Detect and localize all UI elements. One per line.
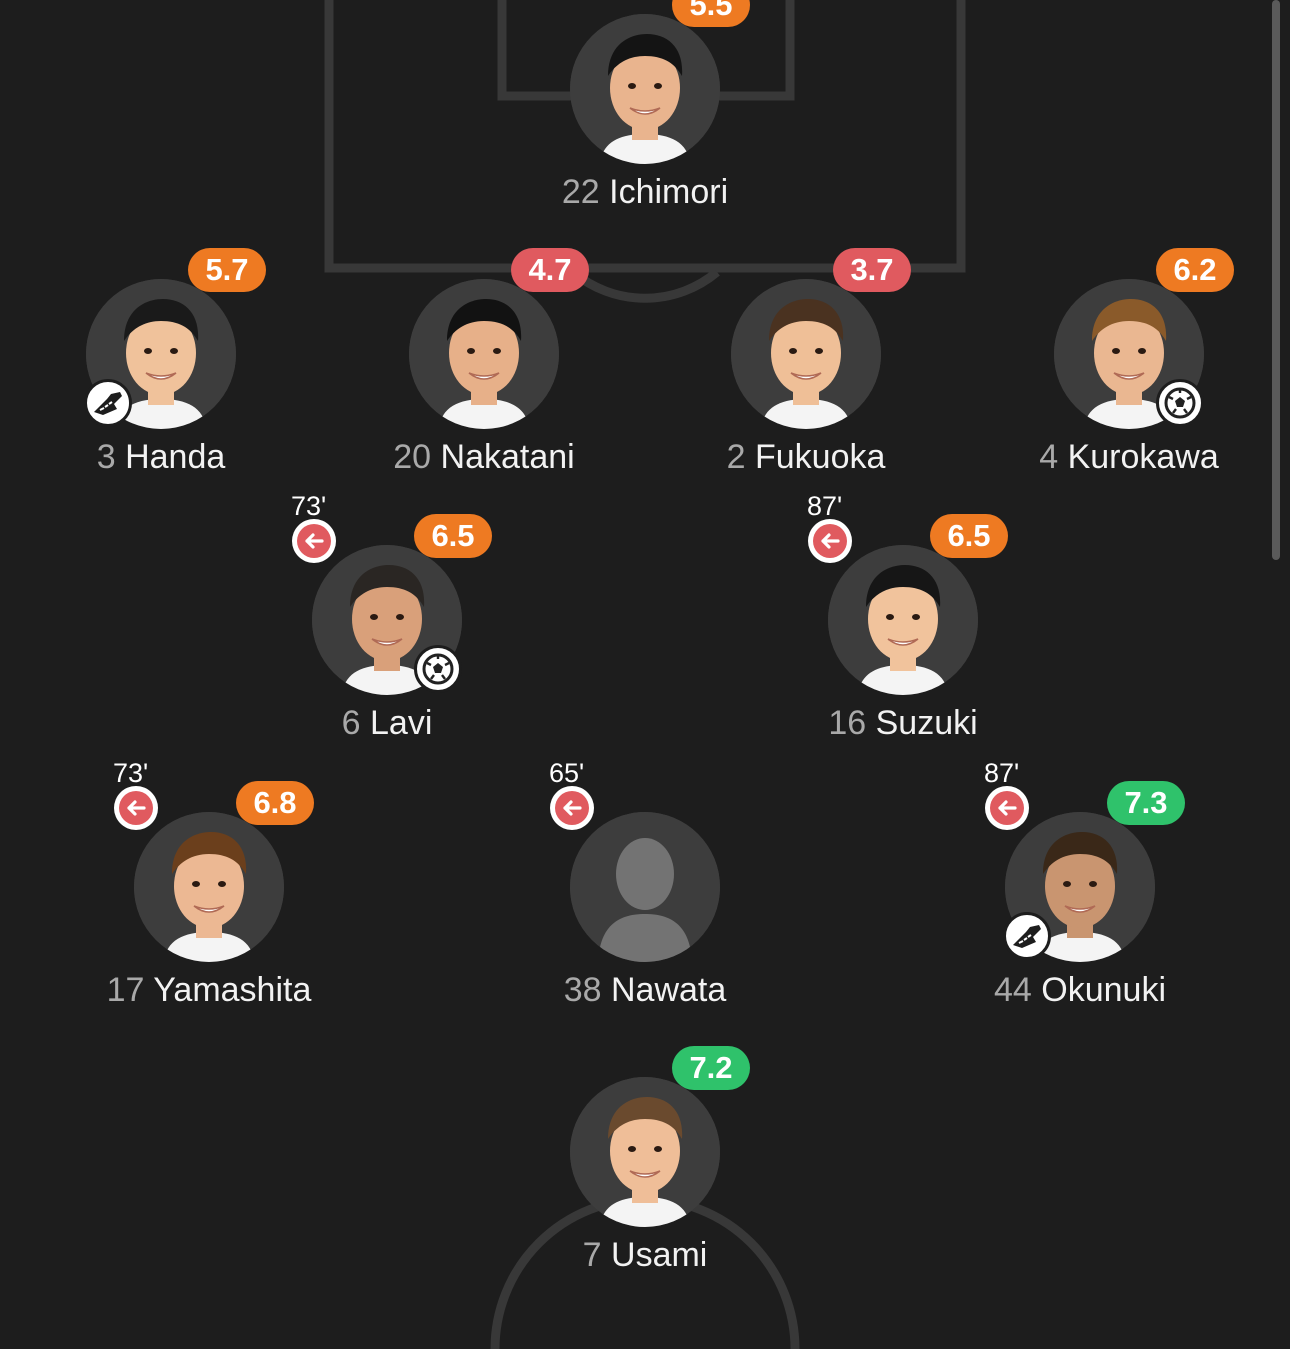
- player-number: 3: [96, 438, 116, 476]
- player-name: Nawata: [611, 971, 727, 1009]
- player-photo[interactable]: [570, 1077, 720, 1227]
- player-photo[interactable]: [828, 545, 978, 695]
- player-name: Ichimori: [609, 173, 729, 211]
- player-number: 16: [828, 704, 867, 742]
- player-number: 44: [993, 971, 1032, 1009]
- substitution-minute: 73': [113, 758, 149, 788]
- player-name-line: 20 Nakatani: [334, 437, 634, 477]
- player-name: Lavi: [370, 704, 433, 742]
- player-name: Suzuki: [875, 704, 978, 742]
- player-card-lavi[interactable]: 6.5 73' 6 Lavi: [237, 491, 537, 742]
- ball-icon: [1156, 379, 1204, 427]
- player-name: Fukuoka: [754, 438, 886, 476]
- player-name-line: 16 Suzuki: [753, 703, 1053, 743]
- player-name-line: 3 Handa: [11, 437, 311, 477]
- ball-icon: [414, 645, 462, 693]
- player-number: 6: [341, 704, 361, 742]
- player-photo[interactable]: [409, 279, 559, 429]
- player-number: 38: [563, 971, 602, 1009]
- player-rating-badge: 5.7: [188, 248, 266, 292]
- player-name-line: 38 Nawata: [495, 970, 795, 1010]
- player-number: 17: [106, 971, 145, 1009]
- player-card-ichimori[interactable]: 5.5 22 Ichimori: [495, 0, 795, 211]
- player-name: Kurokawa: [1067, 438, 1219, 476]
- player-name: Usami: [611, 1236, 708, 1274]
- player-rating-badge: 7.2: [672, 1046, 750, 1090]
- player-photo[interactable]: [570, 14, 720, 164]
- player-number: 7: [582, 1236, 602, 1274]
- player-card-handa[interactable]: 5.7 3 Handa: [11, 235, 311, 476]
- substitution-minute: 65': [549, 758, 585, 788]
- player-name-line: 6 Lavi: [237, 703, 537, 743]
- substitution-off-icon: [808, 519, 852, 563]
- player-rating-badge: 6.2: [1156, 248, 1234, 292]
- player-name: Okunuki: [1041, 971, 1166, 1009]
- player-number: 22: [561, 173, 600, 211]
- player-name: Nakatani: [440, 438, 575, 476]
- player-card-nakatani[interactable]: 4.7 20 Nakatani: [334, 235, 634, 476]
- substitution-off-icon: [985, 786, 1029, 830]
- player-rating-badge: 4.7: [511, 248, 589, 292]
- boot-icon: [84, 379, 132, 427]
- player-rating-badge: 6.8: [236, 781, 314, 825]
- player-number: 20: [393, 438, 432, 476]
- player-name: Yamashita: [153, 971, 312, 1009]
- player-number: 2: [726, 438, 746, 476]
- player-card-usami[interactable]: 7.2 7 Usami: [495, 1033, 795, 1274]
- substitution-minute: 87': [984, 758, 1020, 788]
- player-rating-badge: 7.3: [1107, 781, 1185, 825]
- player-card-okunuki[interactable]: 7.3 87' 44 Okunuki: [930, 758, 1230, 1009]
- player-photo[interactable]: [134, 812, 284, 962]
- substitution-off-icon: [114, 786, 158, 830]
- player-name-line: 22 Ichimori: [495, 172, 795, 212]
- player-rating-badge: 5.5: [672, 0, 750, 27]
- player-rating-badge: 6.5: [930, 514, 1008, 558]
- player-card-fukuoka[interactable]: 3.7 2 Fukuoka: [656, 235, 956, 476]
- player-rating-badge: 6.5: [414, 514, 492, 558]
- player-card-nawata[interactable]: 65' 38 Nawata: [495, 758, 795, 1009]
- player-name: Handa: [125, 438, 226, 476]
- player-card-suzuki[interactable]: 6.5 87' 16 Suzuki: [753, 491, 1053, 742]
- substitution-minute: 73': [291, 491, 327, 521]
- boot-icon: [1003, 912, 1051, 960]
- substitution-off-icon: [550, 786, 594, 830]
- player-name-line: 7 Usami: [495, 1235, 795, 1275]
- substitution-minute: 87': [807, 491, 843, 521]
- player-name-line: 44 Okunuki: [930, 970, 1230, 1010]
- player-card-yamashita[interactable]: 6.8 73' 17 Yamashita: [59, 758, 359, 1009]
- player-name-line: 2 Fukuoka: [656, 437, 956, 477]
- player-name-line: 17 Yamashita: [59, 970, 359, 1010]
- player-card-kurokawa[interactable]: 6.2 4 Kurokawa: [979, 235, 1279, 476]
- player-name-line: 4 Kurokawa: [979, 437, 1279, 477]
- substitution-off-icon: [292, 519, 336, 563]
- player-rating-badge: 3.7: [833, 248, 911, 292]
- player-photo[interactable]: [731, 279, 881, 429]
- player-photo[interactable]: [570, 812, 720, 962]
- player-number: 4: [1039, 438, 1059, 476]
